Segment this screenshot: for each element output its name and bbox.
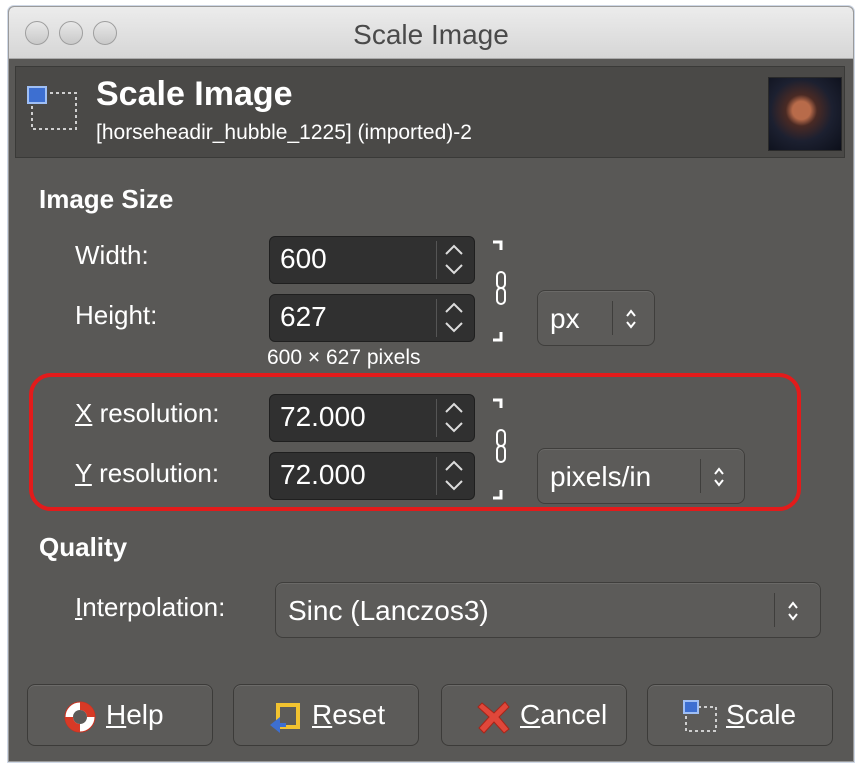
interpolation-select[interactable]: Sinc (Lanczos3) xyxy=(275,582,821,638)
width-stepper[interactable] xyxy=(436,241,470,279)
reset-button[interactable]: Reset xyxy=(233,684,419,746)
decrement-icon xyxy=(445,264,463,275)
size-unit-select[interactable]: px xyxy=(537,290,655,346)
height-value: 627 xyxy=(280,301,327,332)
pixel-dimensions-note: 600 × 627 pixels xyxy=(267,346,421,369)
size-unit-value: px xyxy=(550,303,580,334)
help-label: Help xyxy=(106,699,164,730)
interpolation-value: Sinc (Lanczos3) xyxy=(288,595,489,626)
dialog-header: Scale Image [horseheadir_hubble_1225] (i… xyxy=(15,66,845,158)
lifebuoy-icon xyxy=(64,701,96,733)
window-title: Scale Image xyxy=(353,19,509,50)
size-chain-link-icon[interactable] xyxy=(489,238,511,344)
width-value: 600 xyxy=(280,243,327,274)
scale-label: Scale xyxy=(726,699,797,730)
header-subtitle: [horseheadir_hubble_1225] (imported)-2 xyxy=(96,121,472,144)
resolution-highlight-annotation xyxy=(29,373,801,511)
scale-button[interactable]: Scale xyxy=(647,684,833,746)
image-size-heading: Image Size xyxy=(39,184,174,214)
increment-icon xyxy=(445,244,463,255)
increment-icon xyxy=(445,302,463,313)
width-label: Width: xyxy=(75,240,149,270)
cancel-x-icon xyxy=(477,701,510,734)
reset-icon xyxy=(270,703,300,733)
height-spinbutton[interactable]: 627 xyxy=(269,294,475,342)
height-stepper[interactable] xyxy=(436,299,470,337)
scale-image-icon xyxy=(683,700,717,732)
header-title: Scale Image xyxy=(96,75,293,113)
scale-image-icon xyxy=(27,86,77,130)
width-spinbutton[interactable]: 600 xyxy=(269,236,475,284)
quality-heading: Quality xyxy=(39,532,128,562)
reset-label: Reset xyxy=(312,699,386,730)
cancel-button[interactable]: Cancel xyxy=(441,684,627,746)
scale-image-dialog: Scale Image Scale Image [horseheadir_hub… xyxy=(8,6,854,762)
interpolation-label: Interpolation: xyxy=(75,592,226,622)
dialog-content: Scale Image [horseheadir_hubble_1225] (i… xyxy=(9,60,853,761)
chevron-updown-icon xyxy=(788,601,798,621)
help-button[interactable]: Help xyxy=(27,684,213,746)
cancel-label: Cancel xyxy=(520,699,608,730)
decrement-icon xyxy=(445,322,463,333)
height-label: Height: xyxy=(75,300,158,330)
image-thumbnail xyxy=(768,77,842,151)
title-bar: Scale Image xyxy=(9,7,853,59)
chevron-updown-icon xyxy=(626,309,636,329)
